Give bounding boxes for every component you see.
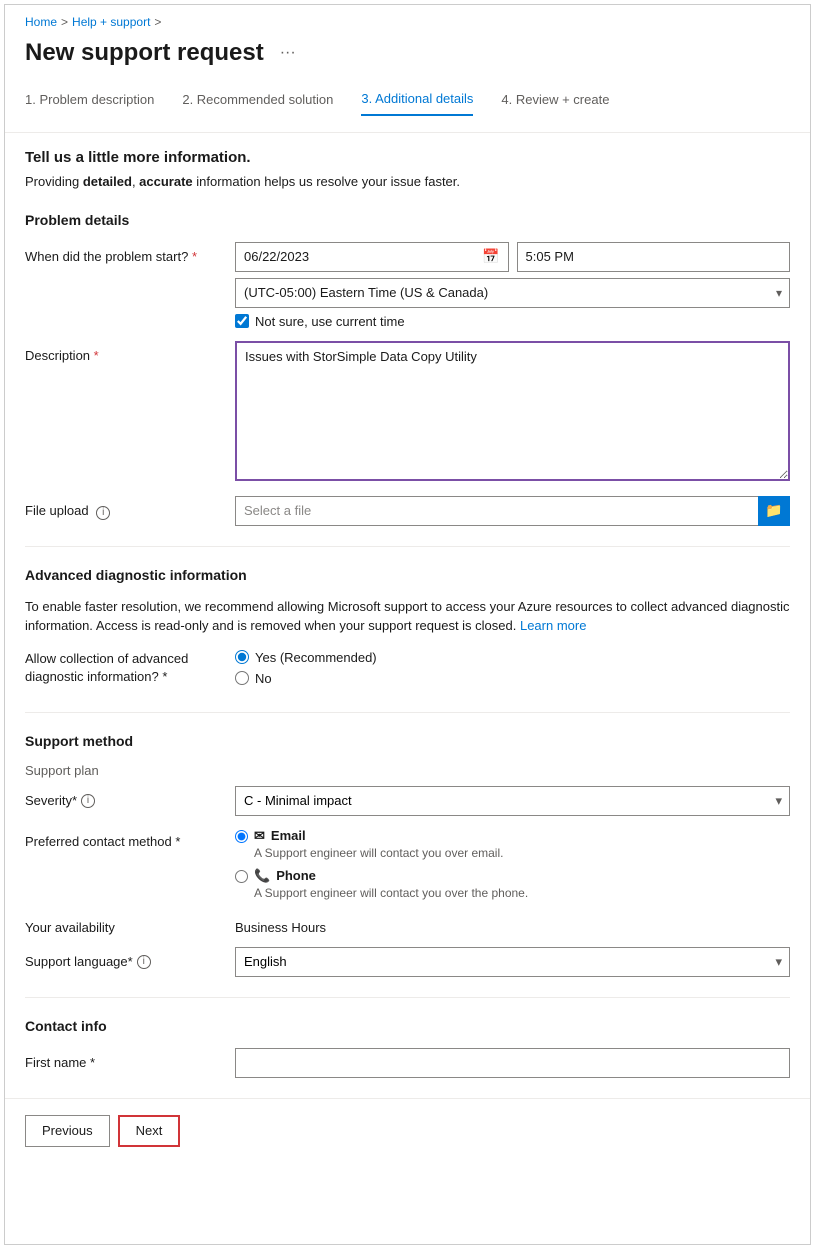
folder-icon: 📁 bbox=[765, 502, 782, 519]
contact-info-header: Contact info bbox=[25, 1018, 790, 1034]
description-textarea[interactable]: Issues with StorSimple Data Copy Utility bbox=[235, 341, 790, 481]
step-1[interactable]: 1. Problem description bbox=[25, 84, 154, 115]
language-required: * bbox=[128, 954, 133, 969]
footer-buttons: Previous Next bbox=[5, 1098, 810, 1163]
radio-yes[interactable] bbox=[235, 650, 249, 664]
contact-method-controls: ✉ Email A Support engineer will contact … bbox=[235, 828, 790, 908]
support-method-header: Support method bbox=[25, 733, 790, 749]
bold-accurate: accurate bbox=[139, 174, 192, 189]
severity-label: Severity * i bbox=[25, 793, 225, 808]
first-name-input[interactable] bbox=[235, 1048, 790, 1078]
contact-method-label: Preferred contact method * bbox=[25, 828, 225, 849]
file-upload-label: File upload i bbox=[25, 496, 225, 520]
breadcrumb: Home > Help + support > bbox=[5, 5, 810, 35]
contact-info-section: Contact info First name * bbox=[25, 1018, 790, 1078]
contact-required: * bbox=[175, 834, 180, 849]
when-controls: 06/22/2023 📅 5:05 PM (UTC-05:00) Eastern… bbox=[235, 242, 790, 329]
support-plan-label: Support plan bbox=[25, 763, 790, 778]
phone-desc: A Support engineer will contact you over… bbox=[254, 886, 528, 900]
phone-icon: 📞 bbox=[254, 868, 270, 884]
file-upload-row: File upload i Select a file 📁 bbox=[25, 496, 790, 526]
next-button[interactable]: Next bbox=[118, 1115, 181, 1147]
email-icon: ✉ bbox=[254, 828, 265, 844]
radio-yes-option: Yes (Recommended) bbox=[235, 650, 790, 665]
step-3[interactable]: 3. Additional details bbox=[361, 83, 473, 116]
phone-title: 📞 Phone bbox=[254, 868, 528, 884]
breadcrumb-sep2: > bbox=[154, 15, 161, 29]
when-label: When did the problem start? * bbox=[25, 242, 225, 266]
availability-value: Business Hours bbox=[235, 920, 326, 935]
when-problem-row: When did the problem start? * 06/22/2023… bbox=[25, 242, 790, 329]
page-title: New support request bbox=[25, 39, 264, 67]
support-language-row: Support language * i English ▾ bbox=[25, 947, 790, 977]
breadcrumb-home[interactable]: Home bbox=[25, 15, 57, 29]
radio-no-label: No bbox=[255, 671, 272, 686]
file-input-box[interactable]: Select a file bbox=[235, 496, 758, 526]
severity-info-icon[interactable]: i bbox=[81, 794, 95, 808]
intro-title: Tell us a little more information. bbox=[25, 149, 790, 166]
calendar-icon: 📅 bbox=[482, 248, 499, 265]
previous-button[interactable]: Previous bbox=[25, 1115, 110, 1147]
language-label: Support language * i bbox=[25, 954, 225, 969]
severity-required: * bbox=[72, 793, 77, 808]
radio-no[interactable] bbox=[235, 671, 249, 685]
not-sure-label: Not sure, use current time bbox=[255, 314, 405, 329]
advanced-diagnostic-desc: To enable faster resolution, we recommen… bbox=[25, 597, 790, 636]
timezone-wrapper: (UTC-05:00) Eastern Time (US & Canada) ▾ bbox=[235, 278, 790, 308]
radio-no-option: No bbox=[235, 671, 790, 686]
allow-collection-controls: Yes (Recommended) No bbox=[235, 650, 790, 692]
language-info-icon[interactable]: i bbox=[137, 955, 151, 969]
time-input[interactable]: 5:05 PM bbox=[517, 242, 791, 272]
description-row: Description * Issues with StorSimple Dat… bbox=[25, 341, 790, 484]
advanced-diagnostic-header: Advanced diagnostic information bbox=[25, 567, 790, 583]
breadcrumb-help[interactable]: Help + support bbox=[72, 15, 150, 29]
learn-more-link[interactable]: Learn more bbox=[520, 618, 586, 633]
description-controls: Issues with StorSimple Data Copy Utility bbox=[235, 341, 790, 484]
file-upload-info-icon[interactable]: i bbox=[96, 506, 110, 520]
email-desc: A Support engineer will contact you over… bbox=[254, 846, 503, 860]
severity-row: Severity * i C - Minimal impact ▾ bbox=[25, 786, 790, 816]
first-name-label: First name * bbox=[25, 1055, 225, 1070]
not-sure-checkbox[interactable] bbox=[235, 314, 249, 328]
phone-radio[interactable] bbox=[235, 870, 248, 883]
severity-select[interactable]: C - Minimal impact bbox=[235, 786, 790, 816]
intro-desc: Providing detailed, accurate information… bbox=[25, 172, 790, 192]
language-select[interactable]: English bbox=[235, 947, 790, 977]
wizard-steps: 1. Problem description 2. Recommended so… bbox=[5, 83, 810, 133]
breadcrumb-sep1: > bbox=[61, 15, 68, 29]
page-title-row: New support request ··· bbox=[5, 35, 810, 83]
not-sure-row: Not sure, use current time bbox=[235, 314, 790, 329]
file-upload-controls: Select a file 📁 bbox=[235, 496, 790, 526]
email-title: ✉ Email bbox=[254, 828, 503, 844]
allow-collection-row: Allow collection of advanced diagnostic … bbox=[25, 650, 790, 692]
first-name-row: First name * bbox=[25, 1048, 790, 1078]
allow-required: * bbox=[162, 669, 167, 684]
allow-collection-label: Allow collection of advanced diagnostic … bbox=[25, 650, 225, 686]
email-radio[interactable] bbox=[235, 830, 248, 843]
problem-details-header: Problem details bbox=[25, 212, 790, 228]
desc-required: * bbox=[94, 348, 99, 363]
phone-option: 📞 Phone A Support engineer will contact … bbox=[235, 868, 790, 900]
timezone-select[interactable]: (UTC-05:00) Eastern Time (US & Canada) bbox=[235, 278, 790, 308]
date-input[interactable]: 06/22/2023 📅 bbox=[235, 242, 509, 272]
file-browse-button[interactable]: 📁 bbox=[758, 496, 790, 526]
availability-row: Your availability Business Hours bbox=[25, 920, 790, 935]
step-2[interactable]: 2. Recommended solution bbox=[182, 84, 333, 115]
contact-method-row: Preferred contact method * ✉ Email A Sup… bbox=[25, 828, 790, 908]
availability-label: Your availability bbox=[25, 920, 225, 935]
step-4[interactable]: 4. Review + create bbox=[501, 84, 609, 115]
email-option: ✉ Email A Support engineer will contact … bbox=[235, 828, 790, 860]
radio-yes-label: Yes (Recommended) bbox=[255, 650, 377, 665]
required-indicator: * bbox=[192, 249, 197, 264]
description-label: Description * bbox=[25, 341, 225, 365]
bold-detailed: detailed bbox=[83, 174, 132, 189]
first-name-required: * bbox=[90, 1055, 95, 1070]
ellipsis-button[interactable]: ··· bbox=[274, 42, 302, 64]
